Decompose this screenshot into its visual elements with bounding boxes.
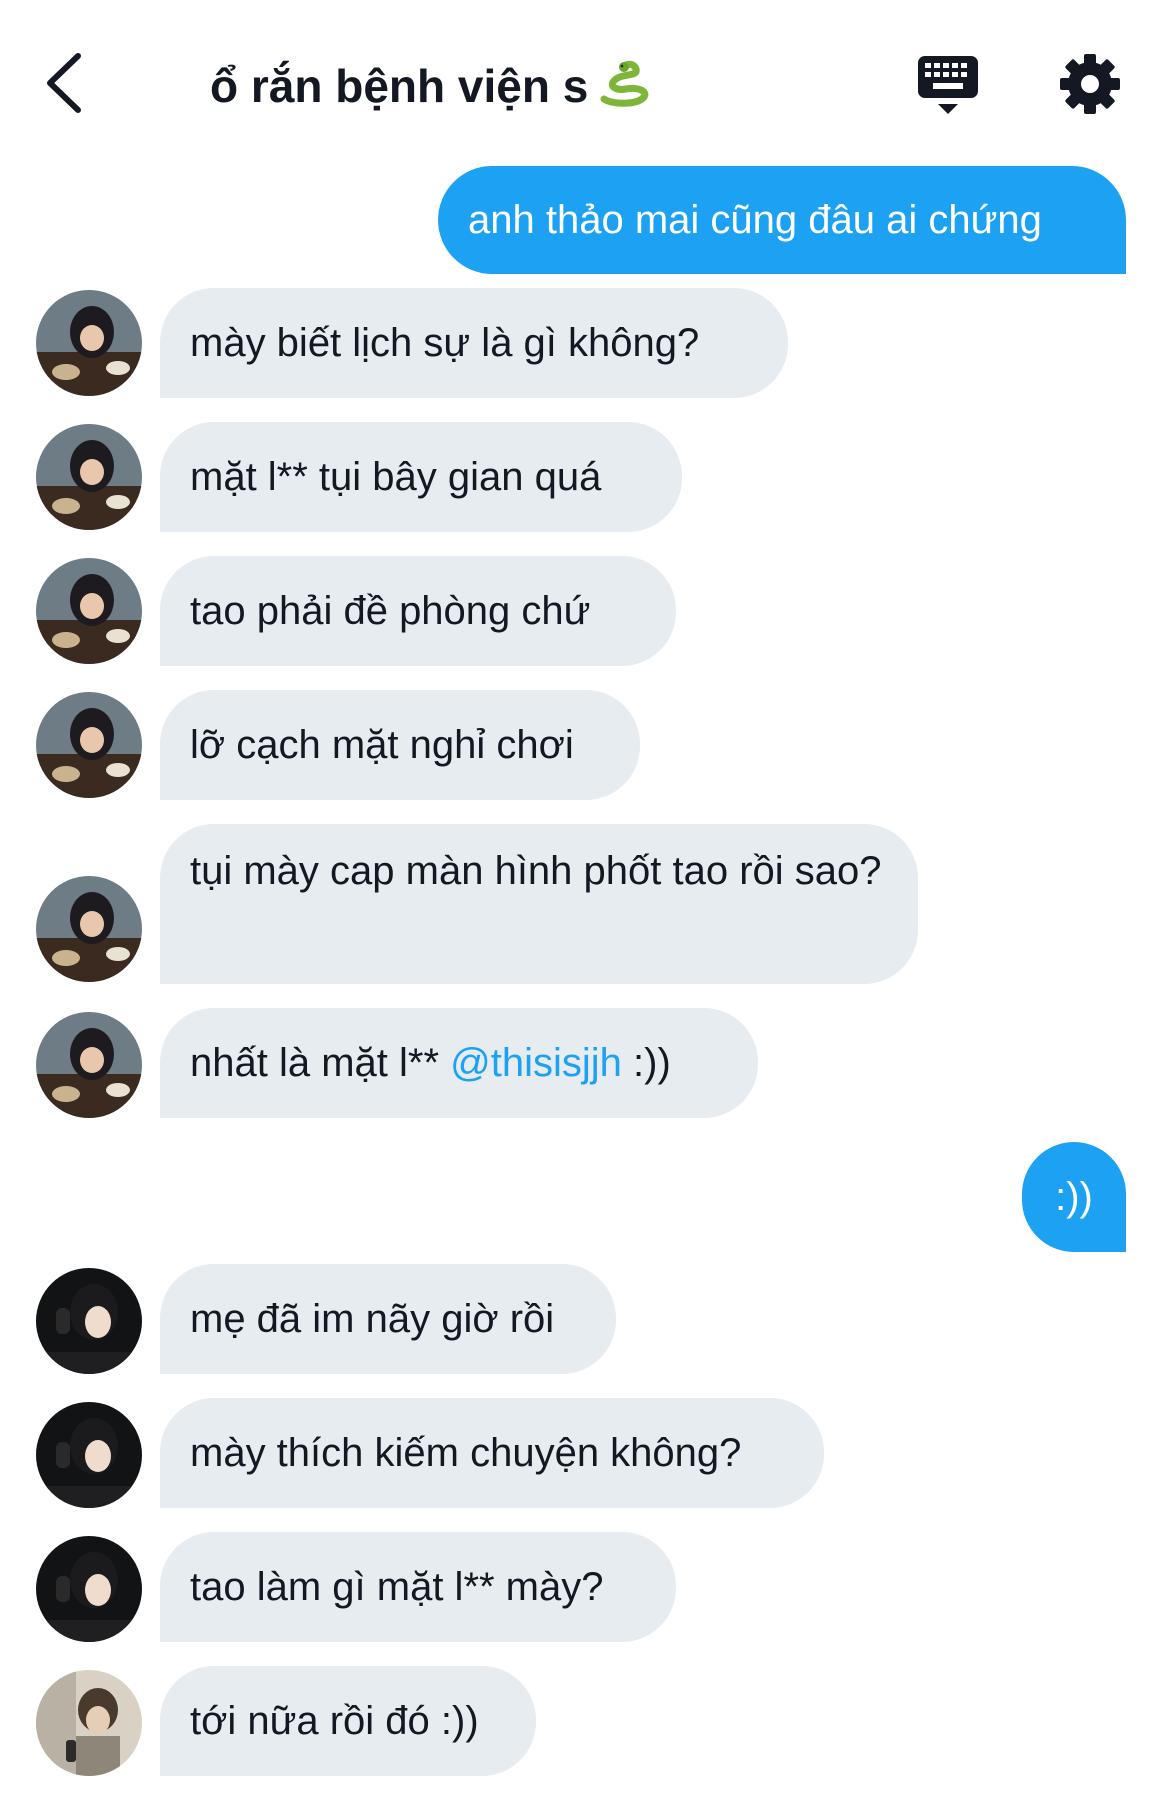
message-text: nhất là mặt l** (190, 1041, 451, 1085)
mention-link[interactable]: @thisisjjh (450, 1038, 622, 1088)
message-bubble[interactable]: mẹ đã im nãy giờ rồi (160, 1264, 616, 1374)
keyboard-button[interactable] (916, 54, 980, 118)
message-bubble[interactable]: tới nữa rồi đó :)) (160, 1666, 536, 1776)
avatar[interactable] (36, 1402, 142, 1508)
gear-icon (1060, 54, 1120, 114)
avatar[interactable] (36, 290, 142, 396)
message-bubble[interactable]: lỡ cạch mặt nghỉ chơi (160, 690, 640, 800)
message-bubble[interactable]: tao làm gì mặt l** mày? (160, 1532, 676, 1642)
message-bubble[interactable]: :)) (1022, 1142, 1126, 1252)
message-bubble[interactable]: tụi mày cap màn hình phốt tao rồi sao? (160, 824, 918, 984)
avatar[interactable] (36, 692, 142, 798)
avatar[interactable] (36, 1670, 142, 1776)
keyboard-icon (918, 56, 978, 114)
message-bubble[interactable]: mặt l** tụi bây gian quá (160, 422, 682, 532)
message-bubble[interactable]: anh thảo mai cũng đâu ai chứng (438, 166, 1126, 274)
avatar[interactable] (36, 1012, 142, 1118)
back-button[interactable] (40, 48, 90, 118)
settings-button[interactable] (1058, 52, 1122, 116)
message-bubble[interactable]: mày biết lịch sự là gì không? (160, 288, 788, 398)
message-bubble[interactable]: tao phải đề phòng chứ (160, 556, 676, 666)
conversation-title-text: ổ rắn bệnh viện s (210, 60, 589, 112)
conversation-header: ổ rắn bệnh viện s (0, 0, 1170, 160)
avatar[interactable] (36, 1268, 142, 1374)
avatar[interactable] (36, 876, 142, 982)
message-bubble[interactable]: mày thích kiếm chuyện không? (160, 1398, 824, 1508)
avatar[interactable] (36, 424, 142, 530)
avatar[interactable] (36, 1536, 142, 1642)
chevron-left-icon (47, 53, 81, 113)
conversation-title[interactable]: ổ rắn bệnh viện s (210, 56, 650, 116)
message-bubble[interactable]: nhất là mặt l** @thisisjjh :)) (160, 1008, 758, 1118)
message-text: :)) (621, 1041, 671, 1085)
avatar[interactable] (36, 558, 142, 664)
snake-icon (598, 59, 650, 121)
